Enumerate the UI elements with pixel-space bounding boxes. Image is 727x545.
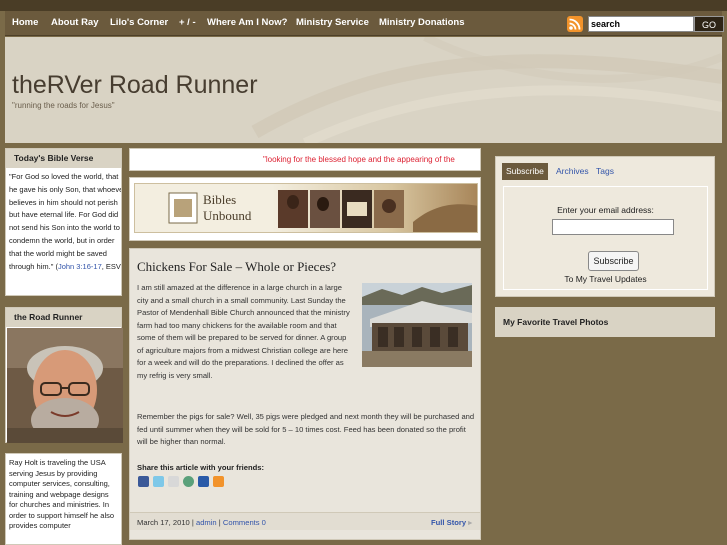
subscribe-note: To My Travel Updates xyxy=(564,274,647,284)
bible-verse-title: Today's Bible Verse xyxy=(6,149,121,168)
bio-text: Ray Holt is traveling the USA serving Je… xyxy=(9,458,115,530)
subscribe-form: Enter your email address: Subscribe To M… xyxy=(503,186,708,290)
post-author-link[interactable]: admin xyxy=(196,518,217,527)
site-tagline: "running the roads for Jesus" xyxy=(12,101,115,110)
verse-version: , ESV) xyxy=(101,261,122,271)
email-label: Enter your email address: xyxy=(557,205,654,215)
verse-reference-link[interactable]: John 3:16-17 xyxy=(58,262,102,271)
post-footer: March 17, 2010 | admin | Comments 0 Full… xyxy=(130,512,480,530)
twitter-icon[interactable] xyxy=(153,476,164,487)
post-paragraph-1: I am still amazed at the difference in a… xyxy=(137,283,350,380)
search-go-button[interactable]: GO xyxy=(694,16,724,32)
tab-subscribe[interactable]: Subscribe xyxy=(502,163,548,180)
scrolling-verse-marquee: "looking for the blessed hope and the ap… xyxy=(129,148,481,171)
nav-item-toggle[interactable]: + / - xyxy=(179,11,196,36)
banner-title-line1: Bibles xyxy=(203,192,237,207)
arrow-right-icon: ▸ xyxy=(468,518,472,527)
nav-item-lilos-corner[interactable]: Lilo's Corner xyxy=(110,11,168,36)
tab-archives[interactable]: Archives xyxy=(552,163,593,180)
bibles-unbound-banner[interactable]: Bibles Unbound xyxy=(134,183,478,233)
rss-icon[interactable] xyxy=(567,16,583,32)
banner-ad-box: Bibles Unbound xyxy=(129,177,481,241)
nav-item-ministry-service[interactable]: Ministry Service xyxy=(296,11,369,36)
site-title[interactable]: theRVer Road Runner xyxy=(12,71,258,100)
nav-item-ministry-donations[interactable]: Ministry Donations xyxy=(379,11,465,36)
subscribe-panel: Subscribe Archives Tags Enter your email… xyxy=(495,156,715,297)
bible-verse-widget: Today's Bible Verse "For God so loved th… xyxy=(5,148,122,296)
banner-title-line2: Unbound xyxy=(203,208,252,223)
share-label: Share this article with your friends: xyxy=(137,463,265,472)
post-comments-link[interactable]: Comments 0 xyxy=(223,518,266,527)
main-nav: Home About Ray Lilo's Corner + / - Where… xyxy=(5,11,724,36)
blog-post: Chickens For Sale – Whole or Pieces? I a… xyxy=(129,248,481,540)
stumbleupon-icon[interactable] xyxy=(183,476,194,487)
search-input[interactable] xyxy=(588,16,694,32)
post-date: March 17, 2010 | xyxy=(137,518,196,527)
delicious-icon[interactable] xyxy=(198,476,209,487)
subscribe-button[interactable]: Subscribe xyxy=(588,251,639,271)
rss-share-icon[interactable] xyxy=(213,476,224,487)
full-story-label: Full Story xyxy=(431,518,467,527)
post-paragraph-2: Remember the pigs for sale? Well, 35 pig… xyxy=(137,412,475,446)
post-image-farm-building xyxy=(362,283,472,367)
full-story-link[interactable]: Full Story ▸ xyxy=(431,518,472,527)
top-strip xyxy=(0,0,727,11)
bible-verse-text: "For God so loved the world, that he gav… xyxy=(9,171,122,273)
site-header: theRVer Road Runner "running the roads f… xyxy=(5,37,722,143)
nav-item-about-ray[interactable]: About Ray xyxy=(51,11,99,36)
road-runner-widget: the Road Runner xyxy=(5,307,123,443)
email-field[interactable] xyxy=(552,219,674,235)
road-runner-title: the Road Runner xyxy=(6,308,121,327)
nav-item-where-am-i-now[interactable]: Where Am I Now? xyxy=(207,11,287,36)
tab-tags[interactable]: Tags xyxy=(592,163,618,180)
bio-widget: Ray Holt is traveling the USA serving Je… xyxy=(5,453,122,545)
post-title[interactable]: Chickens For Sale – Whole or Pieces? xyxy=(137,259,336,275)
nav-item-home[interactable]: Home xyxy=(12,11,38,36)
google-icon[interactable] xyxy=(168,476,179,487)
right-sidebar: Subscribe Archives Tags Enter your email… xyxy=(488,148,722,545)
facebook-icon[interactable] xyxy=(138,476,149,487)
travel-photos-title: My Favorite Travel Photos xyxy=(503,317,609,327)
verse-body: "For God so loved the world, that he gav… xyxy=(9,172,122,271)
road-runner-photo xyxy=(7,328,123,443)
marquee-text: "looking for the blessed hope and the ap… xyxy=(263,155,455,164)
travel-photos-panel: My Favorite Travel Photos xyxy=(495,307,715,337)
